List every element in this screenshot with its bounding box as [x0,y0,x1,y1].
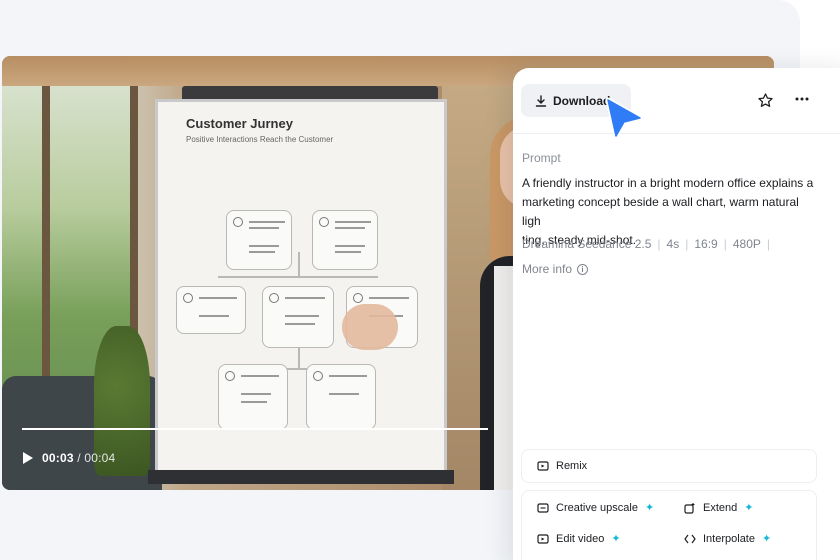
more-options-button[interactable] [794,91,810,112]
marker-tray [148,470,454,484]
edit-video-button[interactable]: Edit video ✦ [537,532,621,545]
flow-node [262,286,334,348]
interpolate-icon [684,534,696,543]
flow-node [226,210,292,270]
video-progress-bar[interactable] [22,428,488,430]
extend-icon [684,502,695,514]
prompt-label: Prompt [522,151,561,165]
extend-button[interactable]: Extend ✦ [684,501,753,514]
remix-icon [537,461,549,471]
remix-label: Remix [556,460,588,472]
more-icon [795,97,809,101]
model-name: Dreamina Seedance 2.5 [522,237,652,251]
more-info-label: More info [522,262,573,276]
total-time: / 00:04 [77,451,116,465]
sparkle-icon: ✦ [644,502,655,514]
generation-meta: Dreamina Seedance 2.5 | 4s | 16:9 | 480P | [522,237,770,251]
current-time: 00:03 [42,451,74,465]
more-info-link[interactable]: More info i [522,262,589,276]
sparkle-icon: ✦ [611,533,621,545]
download-icon [535,94,547,107]
duration: 4s [666,237,680,251]
panel-header: Download [513,68,840,134]
flow-node [306,364,376,430]
interpolate-button[interactable]: Interpolate ✦ [684,532,771,545]
aspect-ratio: 16:9 [694,237,718,251]
info-icon: i [577,263,589,275]
interpolate-label: Interpolate [703,532,755,545]
edit-video-label: Edit video [556,532,605,545]
details-panel: Download Prompt A friendly instructor in… [513,68,840,560]
creative-upscale-label: Creative upscale [556,501,638,514]
pointer-cursor [602,96,646,140]
edit-video-icon [537,533,549,544]
star-icon [758,93,773,107]
favorite-button[interactable] [757,92,775,110]
play-icon [23,452,33,464]
board-title: Customer Jurney [186,116,293,131]
tools-grid: Creative upscale ✦ Extend ✦ Edit video ✦… [521,490,817,560]
resolution: 480P [732,237,761,251]
flip-chart: Customer Jurney Positive Interactions Re… [158,102,444,480]
remix-button[interactable]: Remix [521,449,817,483]
flow-node [218,364,288,430]
presenter-hand [342,304,398,350]
video-progress-fill [22,428,372,430]
flow-node [176,286,246,334]
extend-label: Extend [703,501,738,514]
cursor-arrow-icon [605,97,643,139]
sparkle-icon: ✦ [761,533,772,545]
board-subtitle: Positive Interactions Reach the Customer [186,135,334,144]
flow-node [312,210,378,270]
creative-upscale-button[interactable]: Creative upscale ✦ [537,501,654,514]
sparkle-icon: ✦ [744,502,754,514]
time-display: 00:03 / 00:04 [42,451,115,465]
play-button[interactable] [22,451,36,465]
upscale-icon [537,502,549,513]
